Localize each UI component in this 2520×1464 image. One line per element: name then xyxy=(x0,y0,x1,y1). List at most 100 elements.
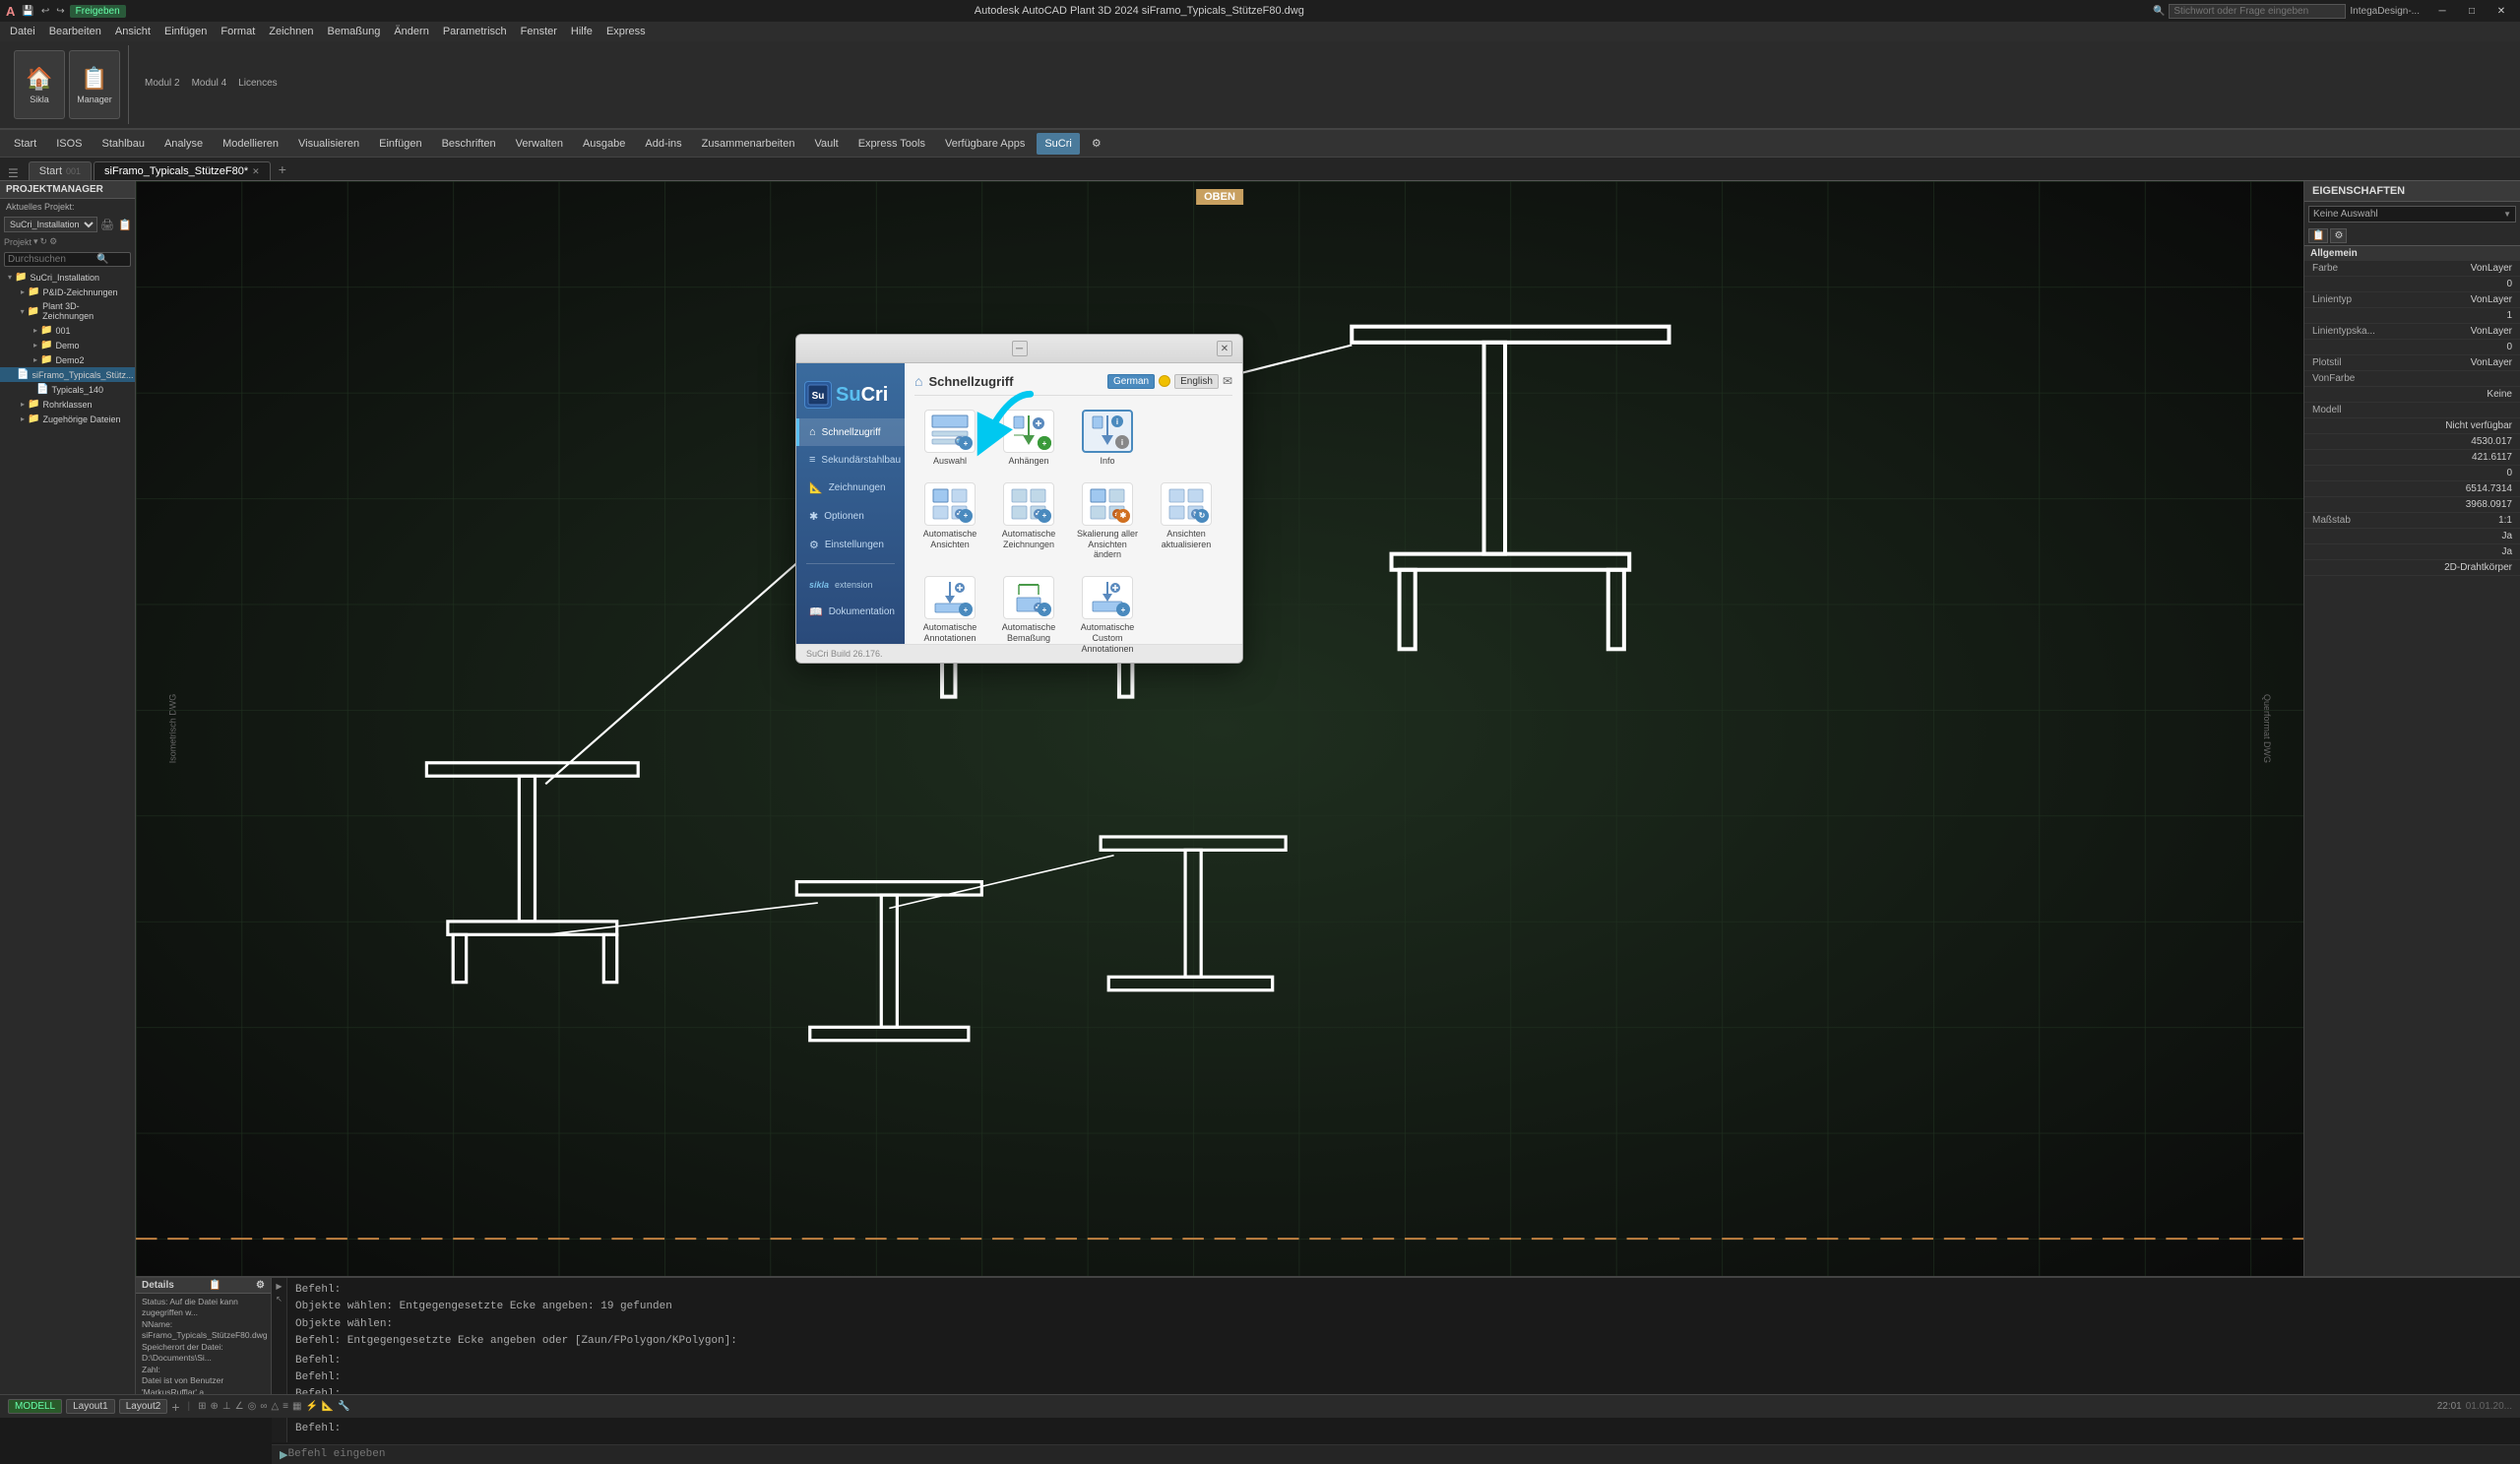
tree-item-demo[interactable]: ▸ 📁 Demo xyxy=(0,338,135,352)
tree-item-typicals[interactable]: 📄 Typicals_140 xyxy=(0,382,135,397)
draw-tab-start[interactable]: Start 001 xyxy=(29,161,92,180)
tab-sucri[interactable]: SuCri xyxy=(1037,133,1080,155)
command-input[interactable] xyxy=(287,1448,2512,1460)
menu-zeichnen[interactable]: Zeichnen xyxy=(263,25,319,38)
tab-start[interactable]: Start xyxy=(6,133,44,155)
proj-config[interactable]: ⚙ xyxy=(49,236,57,247)
tab-beschriften[interactable]: Beschriften xyxy=(434,133,504,155)
maximize-btn[interactable]: □ xyxy=(2457,0,2487,22)
grid-item-anhangen[interactable]: + + Anhängen xyxy=(993,406,1064,471)
tab-zusammenarbeiten[interactable]: Zusammenarbeiten xyxy=(694,133,803,155)
module-tab-2[interactable]: Modul 2 xyxy=(141,77,184,90)
layout2-btn[interactable]: Layout2 xyxy=(119,1399,168,1414)
grid-item-auto-annot[interactable]: + Automatische Annotationen xyxy=(914,572,985,658)
proj-refresh[interactable]: ↻ xyxy=(40,236,48,247)
menu-express[interactable]: Express xyxy=(600,25,652,38)
tab-isos[interactable]: ISOS xyxy=(48,133,90,155)
tree-item-siframo[interactable]: 📄 siFramo_Typicals_Stütz... xyxy=(0,367,135,382)
grid-item-auto-custom[interactable]: + Automatische Custom Annotationen xyxy=(1072,572,1143,658)
toolbar-icon-2[interactable]: ↩ xyxy=(39,6,51,17)
viewport[interactable]: OBEN Isometrisch DWG Querformat DWG xyxy=(136,181,2303,1276)
menu-datei[interactable]: Datei xyxy=(4,25,41,38)
sc-icon[interactable]: 📐 xyxy=(322,1401,334,1412)
details-btn-1[interactable]: 📋 xyxy=(209,1280,220,1291)
proj-btn-2[interactable]: 📋 xyxy=(117,218,133,232)
add-layout-btn[interactable]: + xyxy=(171,1399,179,1415)
tab-bar-menu[interactable]: ☰ xyxy=(8,166,19,180)
details-btn-2[interactable]: ⚙ xyxy=(256,1280,265,1291)
tree-item-plant3d[interactable]: ▾ 📁 Plant 3D-Zeichnungen xyxy=(0,299,135,323)
tab-visualisieren[interactable]: Visualisieren xyxy=(290,133,367,155)
add-tab-btn[interactable]: + xyxy=(273,159,292,180)
tab-addins[interactable]: Add-ins xyxy=(637,133,689,155)
tree-item-sucri[interactable]: ▾ 📁 SuCri_Installation xyxy=(0,270,135,285)
snap-icon[interactable]: ⊕ xyxy=(211,1401,219,1412)
close-btn[interactable]: ✕ xyxy=(2487,0,2516,22)
menu-einfugen[interactable]: Einfügen xyxy=(158,25,213,38)
minimize-btn[interactable]: ─ xyxy=(2427,0,2457,22)
nav-optionen[interactable]: ✱ Optionen xyxy=(796,502,905,531)
grid-item-auto-zeichnungen[interactable]: + Automatische Zeichnungen xyxy=(993,478,1064,564)
grid-item-skalierung[interactable]: ✱ ✱ Skalierung aller Ansichten ändern xyxy=(1072,478,1143,564)
tab-stahlbau[interactable]: Stahlbau xyxy=(94,133,153,155)
module-tab-4[interactable]: Modul 4 xyxy=(188,77,231,90)
lw-icon[interactable]: ≡ xyxy=(283,1401,288,1412)
am-icon[interactable]: 🔧 xyxy=(338,1401,349,1412)
tree-item-p&id[interactable]: ▸ 📁 P&ID-Zeichnungen xyxy=(0,285,135,299)
menu-hilfe[interactable]: Hilfe xyxy=(565,25,598,38)
ortho-icon[interactable]: ⊥ xyxy=(222,1401,231,1412)
menu-bearbeiten[interactable]: Bearbeiten xyxy=(43,25,107,38)
tab-express-tools[interactable]: Express Tools xyxy=(850,133,933,155)
tab-extra[interactable]: ⚙ xyxy=(1084,133,1109,155)
tree-item-zugehorig[interactable]: ▸ 📁 Zugehörige Dateien xyxy=(0,412,135,426)
polar-icon[interactable]: ∠ xyxy=(235,1401,244,1412)
nav-dokumentation[interactable]: 📖 Dokumentation xyxy=(796,598,905,626)
qp-icon[interactable]: ⚡ xyxy=(305,1401,317,1412)
grid-item-auswahl[interactable]: 🔍 + Auswahl xyxy=(914,406,985,471)
grid-item-info[interactable]: i i Info xyxy=(1072,406,1143,471)
dialog-close-btn[interactable]: ✕ xyxy=(1217,341,1232,356)
grid-item-ansichten-akt[interactable]: ↻ ↻ Ansichten aktualisieren xyxy=(1151,478,1222,564)
tab-einfugen[interactable]: Einfügen xyxy=(371,133,429,155)
draw-tab-close[interactable]: ✕ xyxy=(252,166,260,177)
menu-andern[interactable]: Ändern xyxy=(388,25,434,38)
transparency-icon[interactable]: ▦ xyxy=(292,1401,301,1412)
project-search-input[interactable] xyxy=(8,254,96,265)
current-project-select[interactable]: SuCri_Installation xyxy=(4,217,97,232)
grid-item-auto-ansichten[interactable]: + Automatische Ansichten xyxy=(914,478,985,564)
nav-zeichnungen[interactable]: 📐 Zeichnungen xyxy=(796,474,905,502)
dyn-icon[interactable]: △ xyxy=(271,1401,279,1412)
freigeben-btn[interactable]: Freigeben xyxy=(70,5,126,18)
model-btn[interactable]: MODELL xyxy=(8,1399,62,1414)
tree-item-rohrkl[interactable]: ▸ 📁 Rohrklassen xyxy=(0,397,135,412)
nav-einstellungen[interactable]: ⚙ Einstellungen xyxy=(796,531,905,559)
site-button[interactable]: 🏠 Sikla xyxy=(14,50,65,119)
tree-item-001[interactable]: ▸ 📁 001 xyxy=(0,323,135,338)
manager-button[interactable]: 📋 Manager xyxy=(69,50,120,119)
nav-sekundarstahlbau[interactable]: ≡ Sekundärstahlbau xyxy=(796,446,905,474)
lang-email-icon[interactable]: ✉ xyxy=(1223,374,1232,388)
tree-item-demo2[interactable]: ▸ 📁 Demo2 xyxy=(0,352,135,367)
properties-dropdown[interactable]: Keine Auswahl ▼ xyxy=(2308,206,2516,223)
tab-analyse[interactable]: Analyse xyxy=(157,133,211,155)
lang-german[interactable]: German xyxy=(1107,374,1155,389)
otrack-icon[interactable]: ∞ xyxy=(260,1401,267,1412)
props-btn-1[interactable]: 📋 xyxy=(2308,228,2328,243)
proj-btn-1[interactable]: 🖨 xyxy=(99,218,115,232)
module-tab-licences[interactable]: Licences xyxy=(234,77,281,90)
lang-english[interactable]: English xyxy=(1174,374,1219,389)
toolbar-icon-3[interactable]: ↪ xyxy=(54,6,66,17)
layout1-btn[interactable]: Layout1 xyxy=(66,1399,115,1414)
grid-item-auto-bem[interactable]: + Automatische Bemaßung xyxy=(993,572,1064,658)
menu-bemasung[interactable]: Bemaßung xyxy=(322,25,387,38)
props-btn-2[interactable]: ⚙ xyxy=(2330,228,2347,243)
tab-verwalten[interactable]: Verwalten xyxy=(508,133,571,155)
menu-parametrisch[interactable]: Parametrisch xyxy=(437,25,513,38)
menu-fenster[interactable]: Fenster xyxy=(515,25,563,38)
nav-sikla[interactable]: sikla extension xyxy=(796,572,905,598)
proj-expand[interactable]: ▾ xyxy=(33,236,38,247)
menu-ansicht[interactable]: Ansicht xyxy=(109,25,157,38)
grid-icon[interactable]: ⊞ xyxy=(198,1401,206,1412)
nav-schnellzugriff[interactable]: ⌂ Schnellzugriff xyxy=(796,418,905,446)
draw-tab-siframo[interactable]: siFramo_Typicals_StützeF80* ✕ xyxy=(94,161,271,180)
